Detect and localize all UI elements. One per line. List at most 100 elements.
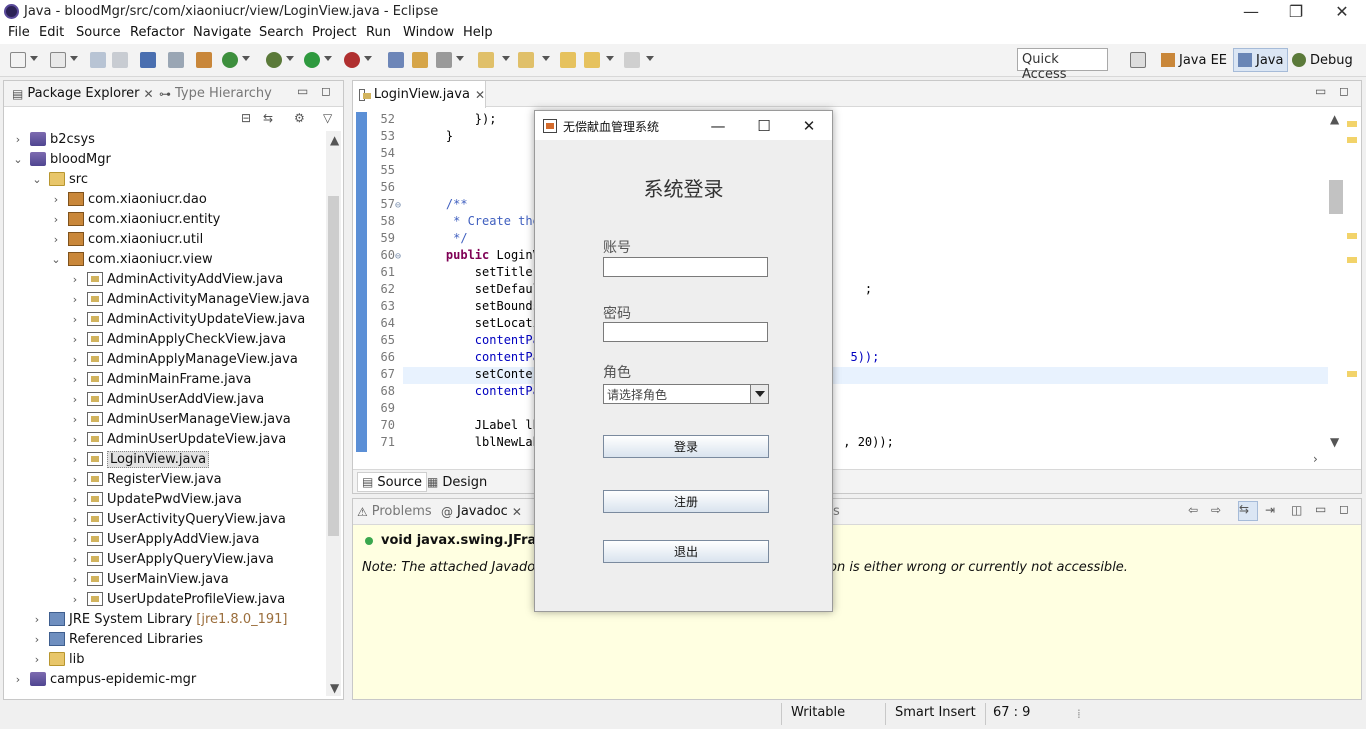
chevron-right-icon[interactable]: › — [69, 293, 81, 306]
chevron-down-icon[interactable] — [242, 56, 250, 61]
tree-item[interactable]: › AdminApplyManageView.java — [69, 349, 298, 369]
code-line[interactable]: 70 JLabel lb — [367, 418, 540, 435]
tab-design[interactable]: ▦ Design — [423, 472, 491, 492]
link-with-editor-icon[interactable]: ⇆ — [263, 111, 273, 125]
code-line[interactable]: 54 — [367, 146, 417, 163]
tree-item[interactable]: › UpdatePwdView.java — [69, 489, 242, 509]
chevron-right-icon[interactable]: › — [50, 233, 62, 246]
minimize-view-icon[interactable]: ▭ — [297, 84, 308, 98]
run-icon[interactable] — [304, 52, 320, 68]
menu-window[interactable]: Window — [403, 25, 454, 40]
perspective-java-ee[interactable]: Java EE — [1157, 48, 1231, 72]
chevron-down-icon[interactable] — [30, 56, 38, 61]
code-line[interactable]: 61 setTitle — [367, 265, 533, 282]
previous-annotation-icon[interactable] — [518, 52, 534, 68]
dialog-minimize-button[interactable]: — — [695, 111, 741, 140]
chevron-down-icon[interactable] — [364, 56, 372, 61]
tree-item[interactable]: › AdminMainFrame.java — [69, 369, 252, 389]
tree-item[interactable]: › AdminUserManageView.java — [69, 409, 291, 429]
editor-tab-loginview[interactable]: LoginView.java ✕ — [353, 81, 486, 108]
tree-item[interactable]: › campus-epidemic-mgr — [12, 669, 196, 689]
menu-navigate[interactable]: Navigate — [193, 25, 251, 40]
tree-item[interactable]: › AdminActivityAddView.java — [69, 269, 283, 289]
chevron-down-icon[interactable] — [750, 385, 768, 403]
tab-declaration[interactable]: s — [833, 504, 840, 519]
code-line[interactable]: 59 */ — [367, 231, 468, 248]
chevron-right-icon[interactable]: › — [69, 393, 81, 406]
chevron-down-icon[interactable] — [324, 56, 332, 61]
chevron-right-icon[interactable]: › — [69, 533, 81, 546]
code-line[interactable]: 57⊖ /** — [367, 197, 468, 214]
tree-item[interactable]: › AdminActivityManageView.java — [69, 289, 310, 309]
chevron-right-icon[interactable]: › — [69, 353, 81, 366]
tree-item[interactable]: › lib — [31, 649, 85, 669]
chevron-right-icon[interactable]: › — [69, 433, 81, 446]
scroll-right-icon[interactable]: › — [1313, 452, 1318, 466]
chevron-right-icon[interactable]: › — [69, 373, 81, 386]
debug-icon[interactable] — [266, 52, 282, 68]
login-button[interactable]: 登录 — [603, 435, 769, 458]
tree-scrollbar-thumb[interactable] — [328, 196, 339, 536]
chevron-down-icon[interactable]: ⌄ — [12, 153, 24, 166]
editor-scrollbar-thumb[interactable] — [1329, 180, 1343, 214]
tab-package-explorer[interactable]: ▤ Package Explorer ✕ — [12, 86, 154, 101]
scroll-up-icon[interactable]: ▲ — [330, 133, 339, 147]
code-line[interactable]: 68 contentPa — [367, 384, 540, 401]
chevron-right-icon[interactable]: › — [69, 593, 81, 606]
chevron-right-icon[interactable]: › — [69, 273, 81, 286]
chevron-down-icon[interactable] — [286, 56, 294, 61]
next-annotation-icon[interactable] — [478, 52, 494, 68]
code-line[interactable]: 58 * Create the — [367, 214, 540, 231]
tab-problems[interactable]: ⚠ Problems — [357, 504, 432, 519]
tree-item[interactable]: › UserMainView.java — [69, 569, 229, 589]
minimize-view-icon[interactable]: ▭ — [1315, 502, 1326, 516]
quick-access-input[interactable]: Quick Access — [1017, 48, 1108, 82]
chevron-right-icon[interactable]: › — [69, 493, 81, 506]
account-input[interactable] — [603, 257, 768, 277]
fold-toggle-icon[interactable]: ⊖ — [395, 200, 409, 211]
chevron-right-icon[interactable]: › — [31, 613, 43, 626]
back-arrow-icon[interactable]: ⇦ — [1188, 503, 1198, 517]
register-button[interactable]: 注册 — [603, 490, 769, 513]
tab-javadoc[interactable]: @ Javadoc ✕ — [441, 504, 522, 519]
open-declaration-icon[interactable]: ⇥ — [1265, 503, 1275, 517]
code-line[interactable]: 67 setConter — [367, 367, 540, 384]
view-menu-icon[interactable]: ▽ — [323, 111, 332, 125]
chevron-down-icon[interactable]: ⌄ — [31, 173, 43, 186]
skip-breakpoints-icon[interactable] — [168, 52, 184, 68]
overview-ruler-marker[interactable] — [1347, 257, 1357, 263]
open-perspective-icon[interactable] — [1130, 52, 1146, 68]
forward-arrow-icon[interactable]: ⇨ — [1211, 503, 1221, 517]
close-icon[interactable]: ✕ — [144, 87, 154, 101]
tree-item[interactable]: › Referenced Libraries — [31, 629, 203, 649]
code-line[interactable]: 55 — [367, 163, 417, 180]
menu-edit[interactable]: Edit — [39, 25, 64, 40]
save-icon[interactable] — [90, 52, 106, 68]
tree-item[interactable]: › AdminUserAddView.java — [69, 389, 264, 409]
code-line[interactable]: 63 setBounds — [367, 299, 540, 316]
save-all-icon[interactable] — [112, 52, 128, 68]
menu-source[interactable]: Source — [76, 25, 121, 40]
exit-button[interactable]: 退出 — [603, 540, 769, 563]
chevron-right-icon[interactable]: › — [69, 453, 81, 466]
code-line[interactable]: 53 } — [367, 129, 454, 146]
tree-item[interactable]: › b2csys — [12, 129, 95, 149]
chevron-right-icon[interactable]: › — [31, 653, 43, 666]
chevron-down-icon[interactable] — [456, 56, 464, 61]
last-edit-icon[interactable] — [560, 52, 576, 68]
tree-item[interactable]: ⌄ bloodMgr — [12, 149, 110, 169]
chevron-down-icon[interactable] — [70, 56, 78, 61]
tree-item[interactable]: › UserUpdateProfileView.java — [69, 589, 285, 609]
perspective-java[interactable]: Java — [1233, 48, 1289, 72]
tree-item[interactable]: › com.xiaoniucr.util — [50, 229, 203, 249]
perspective-debug[interactable]: Debug — [1288, 48, 1357, 72]
chevron-right-icon[interactable]: › — [50, 213, 62, 226]
chevron-down-icon[interactable] — [542, 56, 550, 61]
tree-item[interactable]: › UserApplyQueryView.java — [69, 549, 274, 569]
minimize-button[interactable]: — — [1228, 0, 1274, 23]
code-line[interactable]: 69 — [367, 401, 417, 418]
tree-item[interactable]: › UserApplyAddView.java — [69, 529, 260, 549]
menu-run[interactable]: Run — [366, 25, 391, 40]
dialog-close-button[interactable]: ✕ — [786, 111, 832, 140]
overview-ruler-marker[interactable] — [1347, 371, 1357, 377]
